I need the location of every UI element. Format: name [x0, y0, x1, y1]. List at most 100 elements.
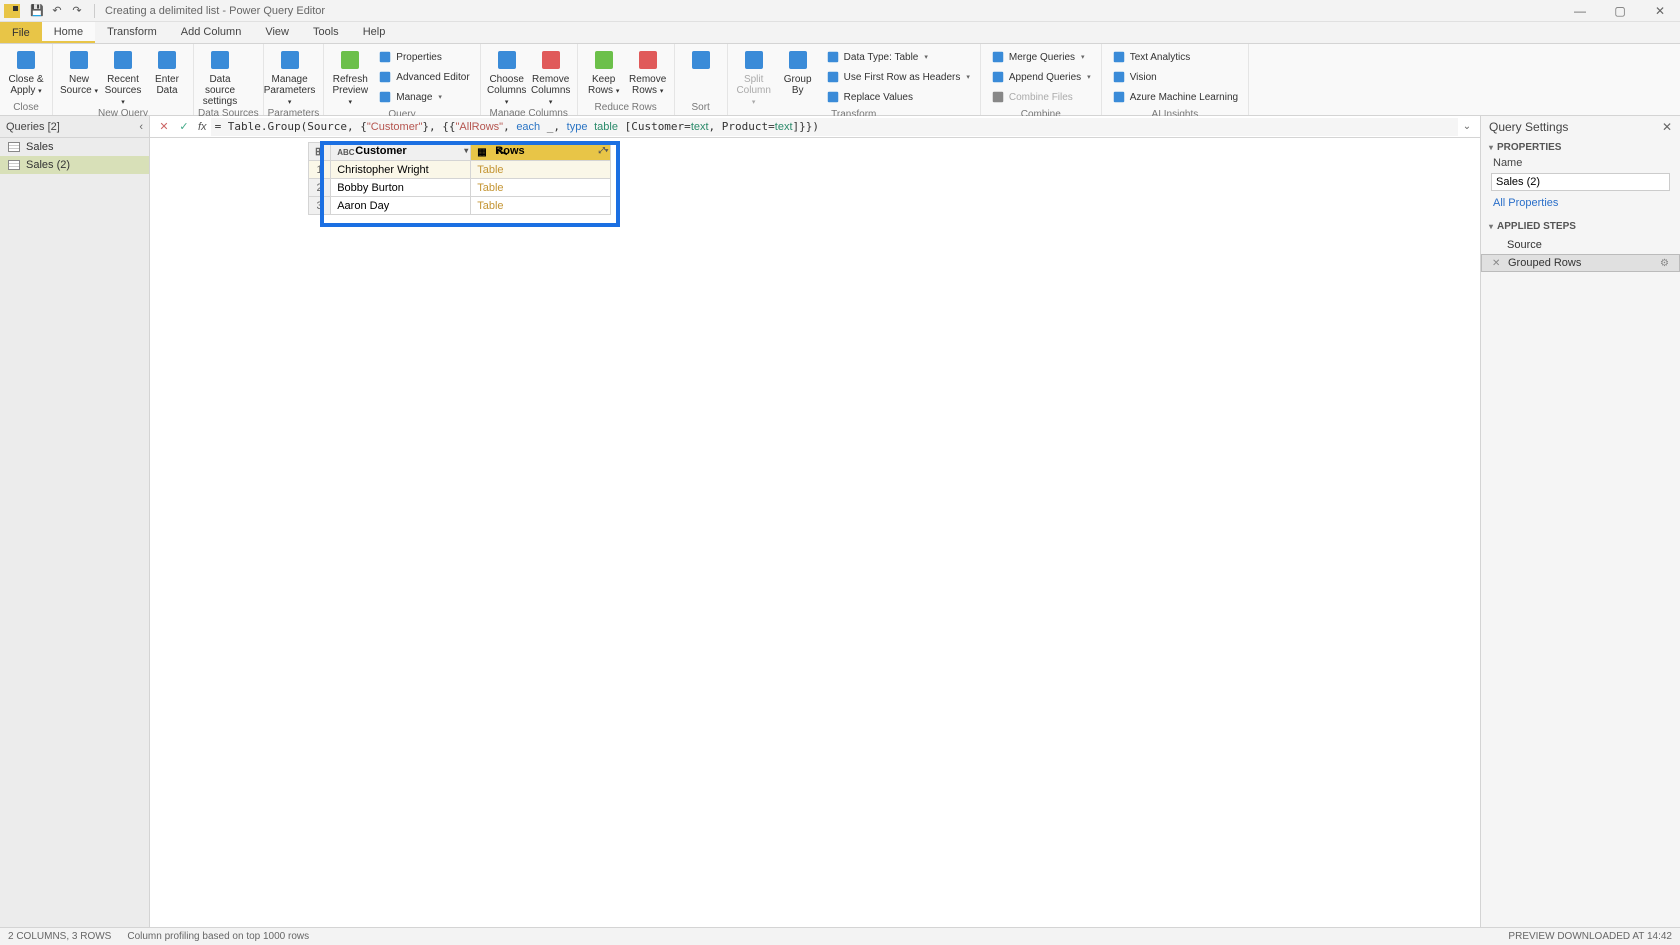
sort-button[interactable]	[679, 46, 723, 74]
step-delete-icon[interactable]: ✕	[1492, 258, 1504, 269]
row-index-header[interactable]: ⊞	[309, 143, 331, 161]
menu-tab-home[interactable]: Home	[42, 22, 95, 43]
split-icon	[742, 48, 766, 72]
query-settings-header: Query Settings ✕	[1481, 116, 1680, 138]
menu-bar: File HomeTransformAdd ColumnViewToolsHel…	[0, 22, 1680, 44]
applied-steps-header[interactable]: ▾ APPLIED STEPS	[1481, 217, 1680, 234]
step-name: Grouped Rows	[1508, 257, 1581, 269]
cell-customer[interactable]: Aaron Day	[331, 197, 471, 215]
applied-step[interactable]: Source	[1481, 236, 1680, 254]
table-row[interactable]: 1 Christopher Wright Table	[309, 161, 611, 179]
aml-button[interactable]: Azure Machine Learning	[1110, 88, 1240, 106]
properties-section-header[interactable]: ▾ PROPERTIES	[1481, 138, 1680, 155]
ds-settings-button[interactable]: Data sourcesettings	[198, 46, 242, 107]
params-icon	[278, 48, 302, 72]
gear-icon[interactable]: ⚙	[1660, 258, 1669, 269]
remove-rows-button[interactable]: RemoveRows ▾	[626, 46, 670, 96]
column-filter-icon[interactable]: ▾	[464, 146, 468, 155]
props-button[interactable]: Properties	[376, 48, 471, 66]
name-label: Name	[1481, 155, 1680, 171]
remove-rows-icon	[636, 48, 660, 72]
ribbon-group-label: Sort	[679, 101, 723, 115]
vision-button[interactable]: Vision	[1110, 68, 1240, 86]
queries-collapse-icon[interactable]: ‹	[139, 121, 143, 133]
table-row[interactable]: 3 Aaron Day Table	[309, 197, 611, 215]
close-button[interactable]: ✕	[1640, 0, 1680, 22]
cell-allrows[interactable]: Table	[471, 179, 611, 197]
manage-button[interactable]: Manage	[376, 88, 471, 106]
main-center: ✕ ✓ fx = Table.Group(Source, {"Customer"…	[150, 116, 1480, 927]
remove-cols-icon	[539, 48, 563, 72]
ribbon: Close &Apply ▾CloseNewSource ▾RecentSour…	[0, 44, 1680, 116]
replace-button[interactable]: Replace Values	[824, 88, 972, 106]
chevron-down-icon: ▾	[1489, 222, 1493, 231]
enter-data-button[interactable]: EnterData	[145, 46, 189, 96]
button-label: RemoveColumns ▾	[531, 74, 571, 107]
qat-undo-icon[interactable]: ↶	[50, 4, 64, 18]
menu-file[interactable]: File	[0, 22, 42, 43]
minimize-button[interactable]: —	[1560, 0, 1600, 22]
query-item-label: Sales (2)	[26, 159, 70, 171]
cell-customer[interactable]: Christopher Wright	[331, 161, 471, 179]
formula-input[interactable]: = Table.Group(Source, {"Customer"}, {{"A…	[211, 118, 1458, 136]
menu-tab-add-column[interactable]: Add Column	[169, 22, 254, 43]
enter-data-icon	[155, 48, 179, 72]
menu-tab-view[interactable]: View	[253, 22, 301, 43]
applied-step[interactable]: ✕ Grouped Rows ⚙	[1481, 254, 1680, 272]
maximize-button[interactable]: ▢	[1600, 0, 1640, 22]
row-number[interactable]: 1	[309, 161, 331, 179]
new-source-button[interactable]: NewSource ▾	[57, 46, 101, 96]
split-button[interactable]: SplitColumn ▾	[732, 46, 776, 107]
button-label: RecentSources ▾	[103, 74, 143, 107]
all-properties-link[interactable]: All Properties	[1481, 193, 1680, 217]
dtype-button[interactable]: Data Type: Table	[824, 48, 972, 66]
choose-cols-button[interactable]: ChooseColumns ▾	[485, 46, 529, 107]
button-label: Vision	[1130, 72, 1157, 83]
button-label: RefreshPreview ▾	[330, 74, 370, 107]
formula-cancel-icon[interactable]: ✕	[154, 118, 174, 136]
window-title: Creating a delimited list - Power Query …	[105, 5, 325, 17]
query-name-input[interactable]	[1491, 173, 1670, 191]
new-source-icon	[67, 48, 91, 72]
table-icon	[8, 142, 20, 152]
merge-button[interactable]: Merge Queries	[989, 48, 1093, 66]
column-header[interactable]: ABC Customer ▾	[331, 143, 471, 161]
query-settings-close-icon[interactable]: ✕	[1662, 120, 1672, 134]
cell-allrows[interactable]: Table	[471, 161, 611, 179]
button-label: Azure Machine Learning	[1130, 92, 1238, 103]
column-filter-icon[interactable]: ⤢▾	[598, 146, 608, 156]
table-row[interactable]: 2 Bobby Burton Table	[309, 179, 611, 197]
headers-button[interactable]: Use First Row as Headers	[824, 68, 972, 86]
formula-commit-icon[interactable]: ✓	[174, 118, 194, 136]
qat-save-icon[interactable]: 💾	[30, 4, 44, 18]
close-apply-button[interactable]: Close &Apply ▾	[4, 46, 48, 96]
menu-tab-tools[interactable]: Tools	[301, 22, 351, 43]
cell-customer[interactable]: Bobby Burton	[331, 179, 471, 197]
menu-tab-help[interactable]: Help	[351, 22, 398, 43]
append-button[interactable]: Append Queries	[989, 68, 1093, 86]
adv-button[interactable]: Advanced Editor	[376, 68, 471, 86]
text-an-button[interactable]: Text Analytics	[1110, 48, 1240, 66]
formula-expand-icon[interactable]: ⌄	[1458, 121, 1476, 132]
status-columns-rows: 2 COLUMNS, 3 ROWS	[8, 931, 111, 942]
qat-redo-icon[interactable]: ↷	[70, 4, 84, 18]
cell-allrows[interactable]: Table	[471, 197, 611, 215]
keep-rows-button[interactable]: KeepRows ▾	[582, 46, 626, 96]
refresh-button[interactable]: RefreshPreview ▾	[328, 46, 372, 107]
row-number[interactable]: 3	[309, 197, 331, 215]
button-label: GroupBy	[784, 74, 812, 96]
query-item[interactable]: Sales (2)	[0, 156, 149, 174]
ribbon-group-label: Reduce Rows	[582, 101, 670, 115]
remove-cols-button[interactable]: RemoveColumns ▾	[529, 46, 573, 107]
group-button[interactable]: GroupBy	[776, 46, 820, 96]
data-grid[interactable]: ↖ ⊞ ABC Customer ▾ ▦ Rows ⤢▾ 1 Christoph…	[150, 138, 1480, 927]
headers-icon	[826, 70, 840, 84]
params-button[interactable]: ManageParameters ▾	[268, 46, 312, 107]
button-label: Append Queries	[1009, 72, 1081, 83]
status-bar: 2 COLUMNS, 3 ROWS Column profiling based…	[0, 927, 1680, 945]
recent-button[interactable]: RecentSources ▾	[101, 46, 145, 107]
query-item[interactable]: Sales	[0, 138, 149, 156]
fx-icon[interactable]: fx	[198, 121, 207, 133]
menu-tab-transform[interactable]: Transform	[95, 22, 169, 43]
row-number[interactable]: 2	[309, 179, 331, 197]
